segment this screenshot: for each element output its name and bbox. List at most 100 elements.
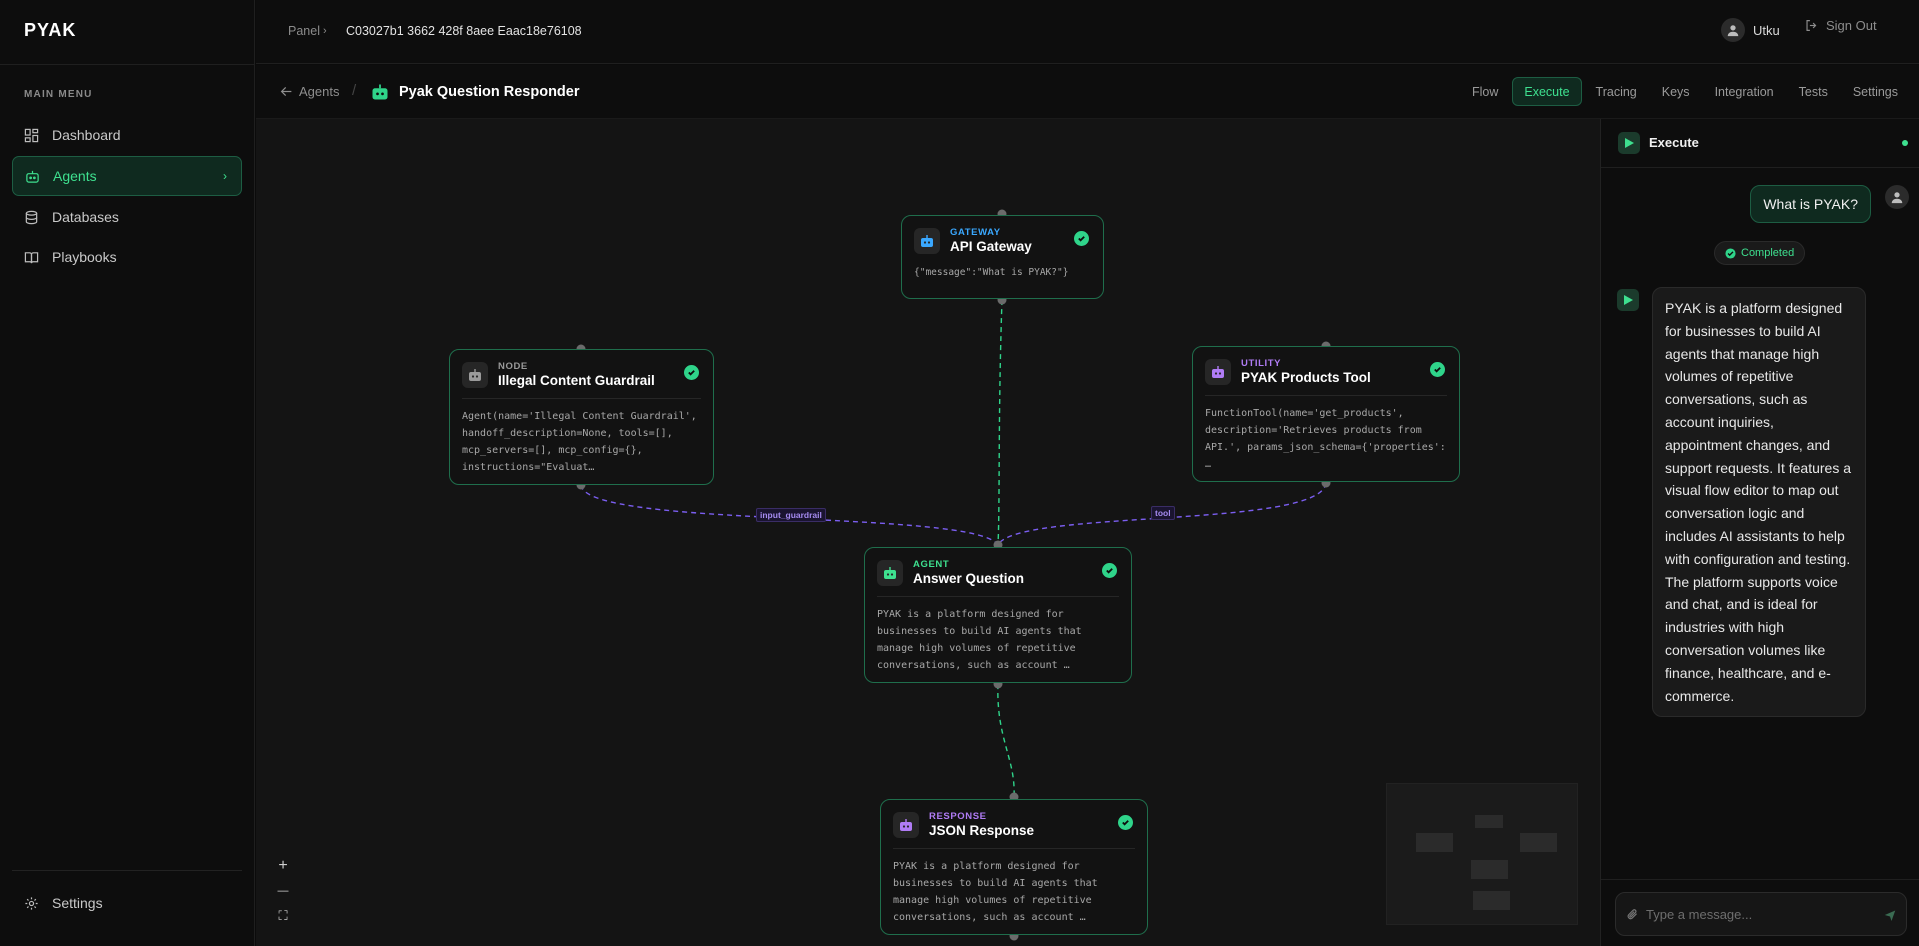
node-body: Agent(name='Illegal Content Guardrail', … (462, 411, 697, 473)
agent-header: Agents / Pyak Question Responder Flow Ex… (256, 65, 1919, 119)
status-label: Completed (1741, 247, 1795, 259)
robot-icon (877, 559, 903, 586)
node-json-response[interactable]: RESPONSE JSON Response PYAK is a platform… (880, 799, 1148, 935)
menu-title: MAIN MENU (24, 89, 93, 100)
divider (12, 870, 242, 871)
user-icon (1727, 25, 1739, 37)
avatar (1885, 185, 1909, 209)
sidebar-item-dashboard[interactable]: Dashboard (12, 115, 242, 155)
paperclip-icon[interactable] (1626, 908, 1639, 921)
edge-label-tool: tool (1151, 506, 1175, 520)
send-icon[interactable] (1884, 909, 1896, 921)
node-type: UTILITY (1241, 358, 1282, 369)
bot-avatar-icon (1617, 289, 1639, 311)
play-icon[interactable] (1618, 132, 1640, 154)
top-bar: Panel › C03027b1 3662 428f 8aee Eaac18e7… (256, 0, 1919, 64)
node-header: RESPONSE JSON Response (893, 811, 1135, 849)
check-icon (684, 365, 699, 380)
breadcrumb-panel[interactable]: Panel (288, 24, 320, 38)
node-type: RESPONSE (929, 811, 987, 822)
node-body: {"message":"What is PYAK?"} (914, 267, 1069, 278)
execute-panel-header: Execute (1601, 119, 1919, 168)
minimap-node (1471, 860, 1508, 879)
divider (0, 64, 255, 65)
node-name: API Gateway (950, 239, 1032, 254)
user-menu[interactable]: Utku (1721, 18, 1780, 42)
node-type: AGENT (913, 559, 950, 570)
agent-name: Pyak Question Responder (399, 84, 580, 100)
robot-icon (914, 227, 940, 254)
minimap-node (1416, 833, 1453, 852)
tab-bar: Flow Execute Tracing Keys Integration Te… (1458, 77, 1909, 106)
node-header: GATEWAY API Gateway (914, 227, 1091, 258)
avatar (1721, 18, 1745, 42)
user-message: What is PYAK? (1750, 185, 1871, 223)
message-input[interactable] (1646, 906, 1866, 922)
sidebar-item-agents[interactable]: Agents › (12, 156, 242, 196)
user-name: Utku (1753, 22, 1780, 38)
chevron-right-icon: › (223, 169, 227, 183)
minimap-node (1520, 833, 1557, 852)
zoom-out-button[interactable]: — (272, 880, 294, 902)
robot-icon (26, 170, 39, 183)
tab-keys[interactable]: Keys (1651, 77, 1701, 106)
sidebar-item-databases[interactable]: Databases (12, 197, 242, 237)
edge-label-input-guardrail: input_guardrail (756, 508, 826, 522)
flow-canvas[interactable]: input_guardrail tool GATEWAY API Gateway … (256, 119, 1600, 946)
sidebar-item-label: Playbooks (52, 249, 117, 265)
breadcrumb-slash: / (352, 82, 357, 99)
node-header: AGENT Answer Question (877, 559, 1119, 597)
node-name: PYAK Products Tool (1241, 370, 1371, 385)
gear-icon (25, 896, 38, 910)
tab-integration[interactable]: Integration (1704, 77, 1785, 106)
message-input-box[interactable] (1615, 892, 1907, 936)
node-body: FunctionTool(name='get_products', descri… (1205, 408, 1446, 470)
node-name: Answer Question (913, 571, 1025, 586)
tab-settings[interactable]: Settings (1842, 77, 1909, 106)
status-dot (1902, 140, 1908, 146)
tab-flow[interactable]: Flow (1461, 77, 1509, 106)
sidebar-item-label: Agents (53, 168, 97, 184)
node-pyak-products-tool[interactable]: UTILITY PYAK Products Tool FunctionTool(n… (1192, 346, 1460, 482)
tab-tracing[interactable]: Tracing (1585, 77, 1648, 106)
sidebar: PYAK MAIN MENU Dashboard Agents › Databa… (0, 0, 255, 946)
check-icon (1102, 563, 1117, 578)
database-icon (25, 210, 38, 224)
robot-icon (372, 84, 388, 100)
check-icon (1430, 362, 1445, 377)
sidebar-item-label: Databases (52, 209, 119, 225)
edge-agent-response (997, 683, 1015, 798)
fit-view-button[interactable]: ⛶ (272, 905, 294, 927)
sidebar-item-settings[interactable]: Settings (12, 883, 242, 923)
check-circle-icon (1725, 247, 1736, 259)
sign-out-label: Sign Out (1826, 18, 1877, 33)
check-icon (1118, 815, 1133, 830)
arrow-left-icon (280, 87, 292, 96)
sidebar-item-playbooks[interactable]: Playbooks (12, 237, 242, 277)
bot-message: PYAK is a platform designed for business… (1652, 287, 1866, 718)
app-logo[interactable]: PYAK (24, 20, 76, 41)
sign-out-button[interactable]: Sign Out (1805, 18, 1877, 33)
sidebar-item-label: Settings (52, 895, 103, 911)
tab-tests[interactable]: Tests (1788, 77, 1839, 106)
node-illegal-content-guardrail[interactable]: NODE Illegal Content Guardrail Agent(name… (449, 349, 714, 485)
node-answer-question[interactable]: AGENT Answer Question PYAK is a platform … (864, 547, 1132, 683)
zoom-in-button[interactable]: + (272, 855, 294, 877)
divider (1601, 879, 1919, 880)
edge-gateway-agent (997, 299, 1003, 546)
robot-icon (1205, 358, 1231, 385)
node-api-gateway[interactable]: GATEWAY API Gateway {"message":"What is P… (901, 215, 1104, 299)
status-badge: Completed (1714, 241, 1806, 265)
breadcrumb-current: C03027b1 3662 428f 8aee Eaac18e76108 (346, 24, 582, 38)
execute-title: Execute (1649, 135, 1699, 150)
tab-execute[interactable]: Execute (1512, 77, 1582, 106)
check-icon (1074, 231, 1089, 246)
node-header: UTILITY PYAK Products Tool (1205, 358, 1447, 396)
user-icon (1891, 192, 1903, 204)
node-header: NODE Illegal Content Guardrail (462, 361, 701, 399)
minimap-node (1473, 891, 1510, 910)
back-label: Agents (299, 84, 340, 99)
minimap[interactable] (1386, 783, 1578, 925)
book-icon (24, 251, 39, 263)
back-to-agents-link[interactable]: Agents (280, 84, 339, 99)
